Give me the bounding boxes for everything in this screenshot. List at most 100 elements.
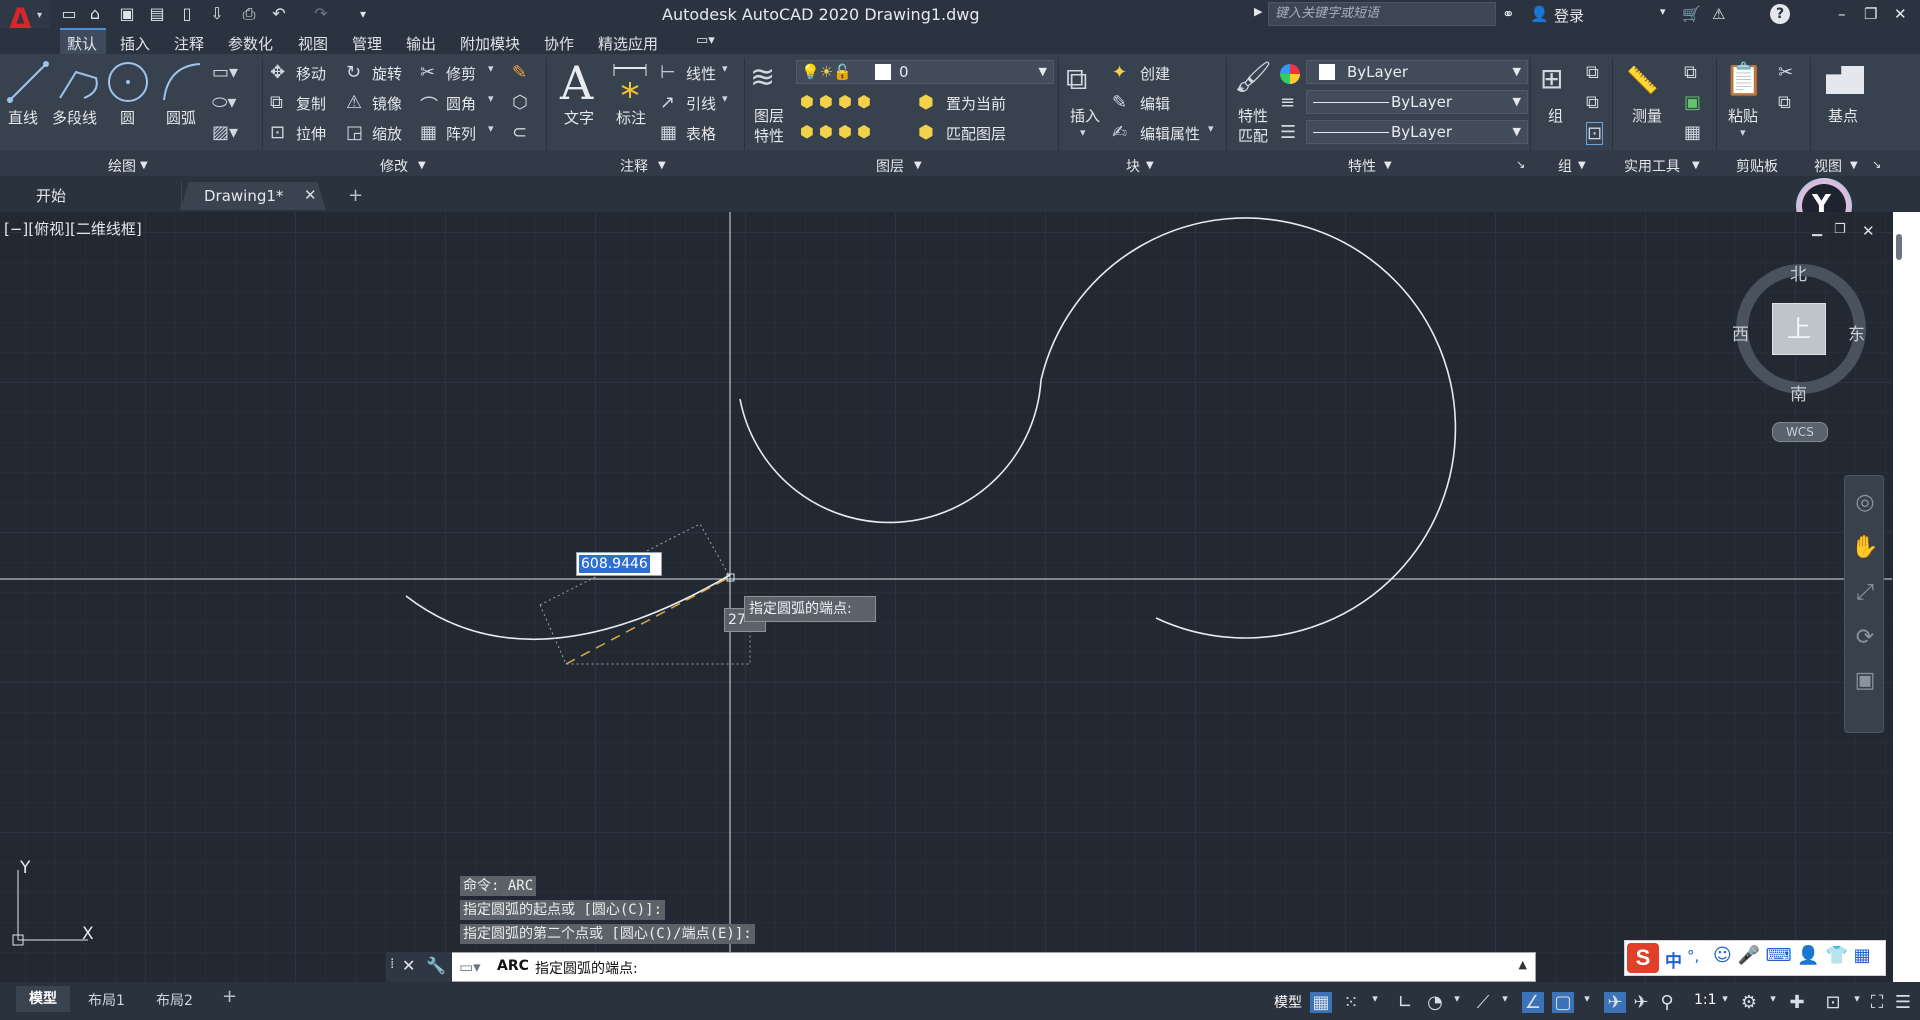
a360-icon[interactable]: ⚠ <box>1712 5 1725 23</box>
minimize-icon[interactable]: – <box>1838 5 1846 23</box>
dimension-button[interactable]: 标注 <box>616 107 646 128</box>
move-button[interactable]: 移动 <box>296 63 326 84</box>
chevron-down-icon[interactable]: ▼ <box>1850 160 1858 171</box>
chevron-down-icon[interactable]: ▾ <box>1208 122 1214 135</box>
chevron-down-icon[interactable]: ▾ <box>1494 992 1516 1005</box>
chevron-down-icon[interactable]: ▾ <box>488 122 494 135</box>
polyline-button[interactable]: 多段线 <box>52 107 97 128</box>
chevron-down-icon[interactable]: ▾ <box>722 62 728 75</box>
chevron-down-icon[interactable]: ▾ <box>722 92 728 105</box>
group-button[interactable]: 组 <box>1548 105 1563 126</box>
ime-punct[interactable]: °, <box>1687 947 1699 965</box>
annotation-monitor-icon[interactable]: ✚ <box>1786 992 1808 1013</box>
utilities-panel-title[interactable]: 实用工具 <box>1624 156 1680 176</box>
chevron-down-icon[interactable]: ▾ <box>1364 992 1386 1005</box>
groups-panel-title[interactable]: 组 <box>1558 156 1572 176</box>
ime-toolbar[interactable]: S 中 °, ☺ 🎤 ⌨ 👤 👕 ▦ <box>1624 940 1886 976</box>
hatch-icon[interactable]: ▨▾ <box>212 122 238 143</box>
layers-panel-title[interactable]: 图层 <box>876 156 904 176</box>
group-select-icon[interactable]: ⊡ <box>1586 122 1604 145</box>
mirror-button[interactable]: 镜像 <box>372 93 402 114</box>
annotation-panel-title[interactable]: 注释 <box>620 156 648 176</box>
tab-annotate[interactable]: 注释 <box>174 33 204 54</box>
wcs-menu[interactable]: WCS <box>1772 422 1828 442</box>
close-icon[interactable]: ✕ <box>1894 5 1907 23</box>
chevron-down-icon[interactable]: ▾ <box>1846 992 1868 1005</box>
layer-dropdown[interactable]: 💡☀🔓 0 ▼ <box>796 60 1054 84</box>
close-command-icon[interactable]: ✕ <box>402 956 415 975</box>
create-button[interactable]: 创建 <box>1140 63 1170 84</box>
layout-tab-1[interactable]: 布局1 <box>88 990 125 1010</box>
auto-scale-icon[interactable]: ✈ <box>1630 992 1652 1013</box>
snap-icon[interactable]: ⁙ <box>1340 992 1362 1013</box>
tab-insert[interactable]: 插入 <box>120 33 150 54</box>
annotation-scale-icon[interactable]: ⚲ <box>1656 992 1678 1013</box>
units-icon[interactable]: ⊡ <box>1822 992 1844 1013</box>
copy-button[interactable]: 复制 <box>296 93 326 114</box>
scale-button[interactable]: 缩放 <box>372 123 402 144</box>
lineweight-dropdown[interactable]: ByLayer ▼ <box>1306 120 1528 144</box>
chevron-down-icon[interactable]: ▾ <box>1762 992 1784 1005</box>
scroll-thumb[interactable] <box>1896 234 1902 260</box>
dynamic-input-field[interactable]: 608.9446 <box>576 552 662 576</box>
compass-north[interactable]: 北 <box>1790 260 1807 285</box>
quick-select-icon[interactable]: ⧉ <box>1684 62 1697 83</box>
orbit-icon[interactable]: ⟳ <box>1845 625 1885 650</box>
chevron-down-icon[interactable]: ▾ <box>1576 992 1598 1005</box>
zoom-extents-icon[interactable]: ⤢ <box>1845 580 1885 605</box>
close-tab-icon[interactable]: ✕ <box>304 186 317 204</box>
layer-props-line1[interactable]: 图层 <box>754 105 784 126</box>
layer-props-line2[interactable]: 特性 <box>754 125 784 146</box>
layout-tab-2[interactable]: 布局2 <box>156 990 193 1010</box>
block-panel-title[interactable]: 块 <box>1126 156 1140 176</box>
match-layer-button[interactable]: 匹配图层 <box>946 123 1006 144</box>
workspace-gear-icon[interactable]: ⚙ <box>1738 992 1760 1013</box>
tab-default[interactable]: 默认 <box>67 33 97 54</box>
chevron-down-icon[interactable]: ▾ <box>1080 126 1086 139</box>
properties-panel-title[interactable]: 特性 <box>1348 156 1376 176</box>
new-file-icon[interactable]: ▭ <box>58 4 80 24</box>
showmotion-icon[interactable]: ▣ <box>1845 668 1885 693</box>
new-tab-icon[interactable]: + <box>348 185 363 206</box>
modify-panel-title[interactable]: 修改 <box>380 156 408 176</box>
compass-south[interactable]: 南 <box>1790 380 1807 405</box>
calculator-icon[interactable]: ▦ <box>1684 122 1701 143</box>
ortho-icon[interactable]: ∟ <box>1394 992 1416 1013</box>
save-as-icon[interactable]: ▤ <box>146 4 168 24</box>
model-space-button[interactable]: 模型 <box>1274 992 1302 1012</box>
redo-icon[interactable]: ↷ <box>310 4 332 24</box>
edit-button[interactable]: 编辑 <box>1140 93 1170 114</box>
tab-manage[interactable]: 管理 <box>352 33 382 54</box>
chevron-down-icon[interactable]: ▾ <box>488 62 494 75</box>
ellipse-icon[interactable]: ⬭▾ <box>212 92 236 113</box>
object-snap-tracking-icon[interactable]: ∠ <box>1522 992 1544 1013</box>
ungroup-icon[interactable]: ⧉ <box>1586 62 1599 83</box>
command-grip[interactable]: ⁞ ✕ 🔧 <box>386 952 452 982</box>
arc-button[interactable]: 圆弧 <box>166 107 196 128</box>
explode-icon[interactable]: ⬡ <box>512 92 528 113</box>
publish-icon[interactable]: ⇩ <box>206 4 228 24</box>
table-button[interactable]: 表格 <box>686 123 716 144</box>
array-button[interactable]: 阵列 <box>446 123 476 144</box>
login-label[interactable]: 登录 <box>1554 5 1584 26</box>
offset-icon[interactable]: ⊂ <box>512 122 527 143</box>
ribbon-toggle-icon[interactable]: ▭▾ <box>696 33 715 48</box>
restore-icon[interactable]: ❐ <box>1864 5 1877 23</box>
copy-clip-icon[interactable]: ⧉ <box>1778 92 1791 113</box>
tab-addins[interactable]: 附加模块 <box>460 33 520 54</box>
customize-menu-icon[interactable]: ☰ <box>1892 992 1914 1013</box>
linetype-dropdown[interactable]: ByLayer ▼ <box>1306 90 1528 114</box>
chevron-down-icon[interactable]: ▼ <box>658 160 666 171</box>
select-all-icon[interactable]: ▣ <box>1684 92 1701 113</box>
open-file-icon[interactable]: ⌂ <box>84 4 106 24</box>
edit-attributes-button[interactable]: 编辑属性 <box>1140 123 1200 144</box>
chevron-down-icon[interactable]: ▼ <box>1384 160 1392 171</box>
erase-icon[interactable]: ✎ <box>512 62 527 83</box>
pan-icon[interactable]: ✋ <box>1845 535 1885 560</box>
chevron-down-icon[interactable]: ▾ <box>1446 992 1468 1005</box>
wrench-icon[interactable]: 🔧 <box>426 956 446 975</box>
view-panel-title[interactable]: 视图 <box>1814 156 1842 176</box>
paste-button[interactable]: 粘贴 <box>1728 105 1758 126</box>
match-props-line2[interactable]: 匹配 <box>1238 125 1268 146</box>
fullscreen-icon[interactable]: ⛶ <box>1866 992 1888 1013</box>
